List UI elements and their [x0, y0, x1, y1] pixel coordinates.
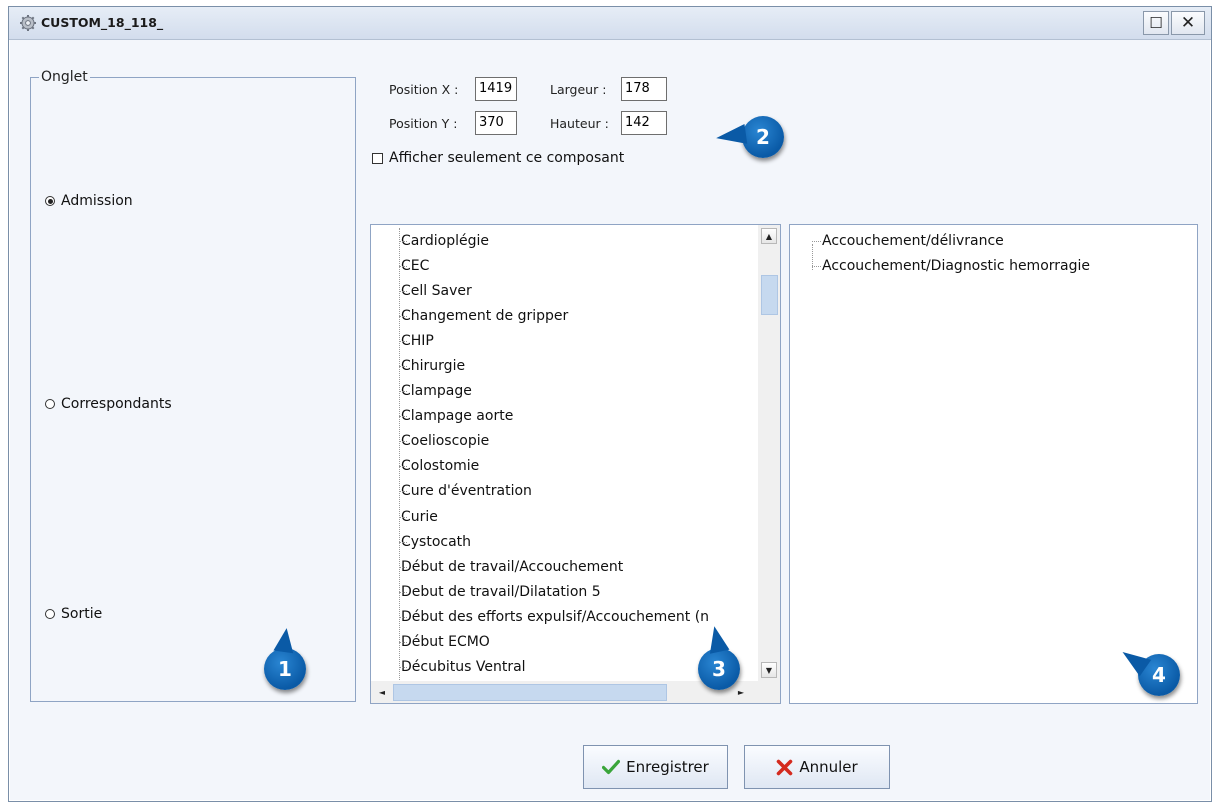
callout-1: 1 [264, 626, 306, 690]
position-x-label: Position X : [389, 82, 459, 97]
list-item[interactable]: Coelioscopie [371, 429, 758, 454]
list-item[interactable]: Cure d'éventration [371, 479, 758, 504]
radio-sortie-label: Sortie [61, 606, 103, 622]
largeur-field[interactable]: 178 [621, 77, 667, 101]
callout-4: 4 [1116, 643, 1180, 696]
position-x-field[interactable]: 1419 [475, 77, 517, 101]
vertical-scrollbar[interactable]: ▲ ▼ [758, 225, 780, 681]
checkmark-icon [602, 759, 621, 775]
cross-icon [777, 759, 793, 775]
close-icon: ✕ [1180, 13, 1196, 33]
callout-2-number: 2 [756, 125, 770, 149]
scroll-down-button[interactable]: ▼ [761, 662, 777, 678]
scroll-right-button[interactable]: ► [733, 684, 749, 700]
cancel-button[interactable]: Annuler [744, 745, 890, 789]
save-button[interactable]: Enregistrer [583, 745, 728, 789]
list-item[interactable]: Chirurgie [371, 353, 758, 378]
callout-3-number: 3 [712, 657, 726, 681]
horizontal-scroll-thumb[interactable] [393, 684, 667, 701]
list-item[interactable]: Accouchement/Diagnostic hemorragie [790, 253, 1197, 278]
list-item[interactable]: CEC [371, 253, 758, 278]
arrow-left-icon: ◄ [378, 687, 386, 697]
checkbox-box [372, 152, 383, 164]
close-button[interactable]: ✕ [1171, 11, 1205, 35]
arrow-down-icon: ▼ [765, 665, 773, 675]
position-y-label: Position Y : [389, 116, 458, 131]
list-item[interactable]: Curie [371, 504, 758, 529]
title-bar: CUSTOM_18_118_ ☐ ✕ [9, 7, 1211, 40]
tree-items: Cardioplégie CEC Cell Saver Changement d… [371, 228, 758, 680]
callout-2: 2 [714, 116, 784, 158]
list-item[interactable]: Colostomie [371, 454, 758, 479]
radio-selected-icon [45, 196, 55, 206]
list-item[interactable]: Cystocath [371, 529, 758, 554]
hauteur-label: Hauteur : [550, 116, 609, 131]
selected-items-tree[interactable]: Accouchement/délivrance Accouchement/Dia… [789, 224, 1198, 704]
show-only-checkbox[interactable]: Afficher seulement ce composant [372, 150, 624, 166]
dialog-window: CUSTOM_18_118_ ☐ ✕ Onglet Admission Corr… [8, 6, 1212, 802]
radio-correspondants[interactable]: Correspondants [45, 396, 172, 412]
arrow-right-icon: ► [737, 687, 745, 697]
callout-3: 3 [698, 624, 740, 690]
radio-unselected-icon [45, 609, 55, 619]
list-item[interactable]: Clampage [371, 379, 758, 404]
position-y-field[interactable]: 370 [475, 111, 517, 135]
window-title: CUSTOM_18_118_ [41, 15, 164, 30]
maximize-button[interactable]: ☐ [1143, 11, 1169, 35]
onglet-group: Onglet Admission Correspondants Sortie [30, 69, 356, 702]
list-item[interactable]: Cardioplégie [371, 228, 758, 253]
arrow-up-icon: ▲ [765, 231, 773, 241]
radio-admission-label: Admission [61, 193, 133, 209]
selected-tree-items: Accouchement/délivrance Accouchement/Dia… [790, 228, 1197, 278]
list-item[interactable]: Cell Saver [371, 278, 758, 303]
list-item[interactable]: Début de travail/Accouchement [371, 554, 758, 579]
list-item[interactable]: Début des efforts expulsif/Accouchement … [371, 604, 758, 629]
list-item[interactable]: Clampage aorte [371, 404, 758, 429]
list-item[interactable]: Debut de travail/Dilatation 5 [371, 579, 758, 604]
scroll-up-button[interactable]: ▲ [761, 228, 777, 244]
list-item[interactable]: Changement de gripper [371, 303, 758, 328]
scroll-left-button[interactable]: ◄ [374, 684, 390, 700]
largeur-label: Largeur : [550, 82, 607, 97]
cancel-button-label: Annuler [799, 758, 858, 776]
onglet-legend: Onglet [41, 69, 88, 85]
dialog-content: Onglet Admission Correspondants Sortie P… [10, 40, 1210, 800]
vertical-scroll-thumb[interactable] [761, 275, 778, 315]
save-button-label: Enregistrer [626, 758, 709, 776]
list-item[interactable]: CHIP [371, 328, 758, 353]
hauteur-field[interactable]: 142 [621, 111, 667, 135]
list-item[interactable]: Début ECMO [371, 630, 758, 655]
radio-admission[interactable]: Admission [45, 193, 133, 209]
radio-correspondants-label: Correspondants [61, 396, 172, 412]
callout-4-number: 4 [1152, 663, 1166, 687]
callout-1-number: 1 [278, 657, 292, 681]
radio-sortie[interactable]: Sortie [45, 606, 102, 622]
list-item[interactable]: Accouchement/délivrance [790, 228, 1197, 253]
maximize-icon: ☐ [1149, 14, 1163, 32]
show-only-label: Afficher seulement ce composant [389, 150, 625, 166]
gear-icon [20, 15, 36, 31]
radio-unselected-icon [45, 399, 55, 409]
